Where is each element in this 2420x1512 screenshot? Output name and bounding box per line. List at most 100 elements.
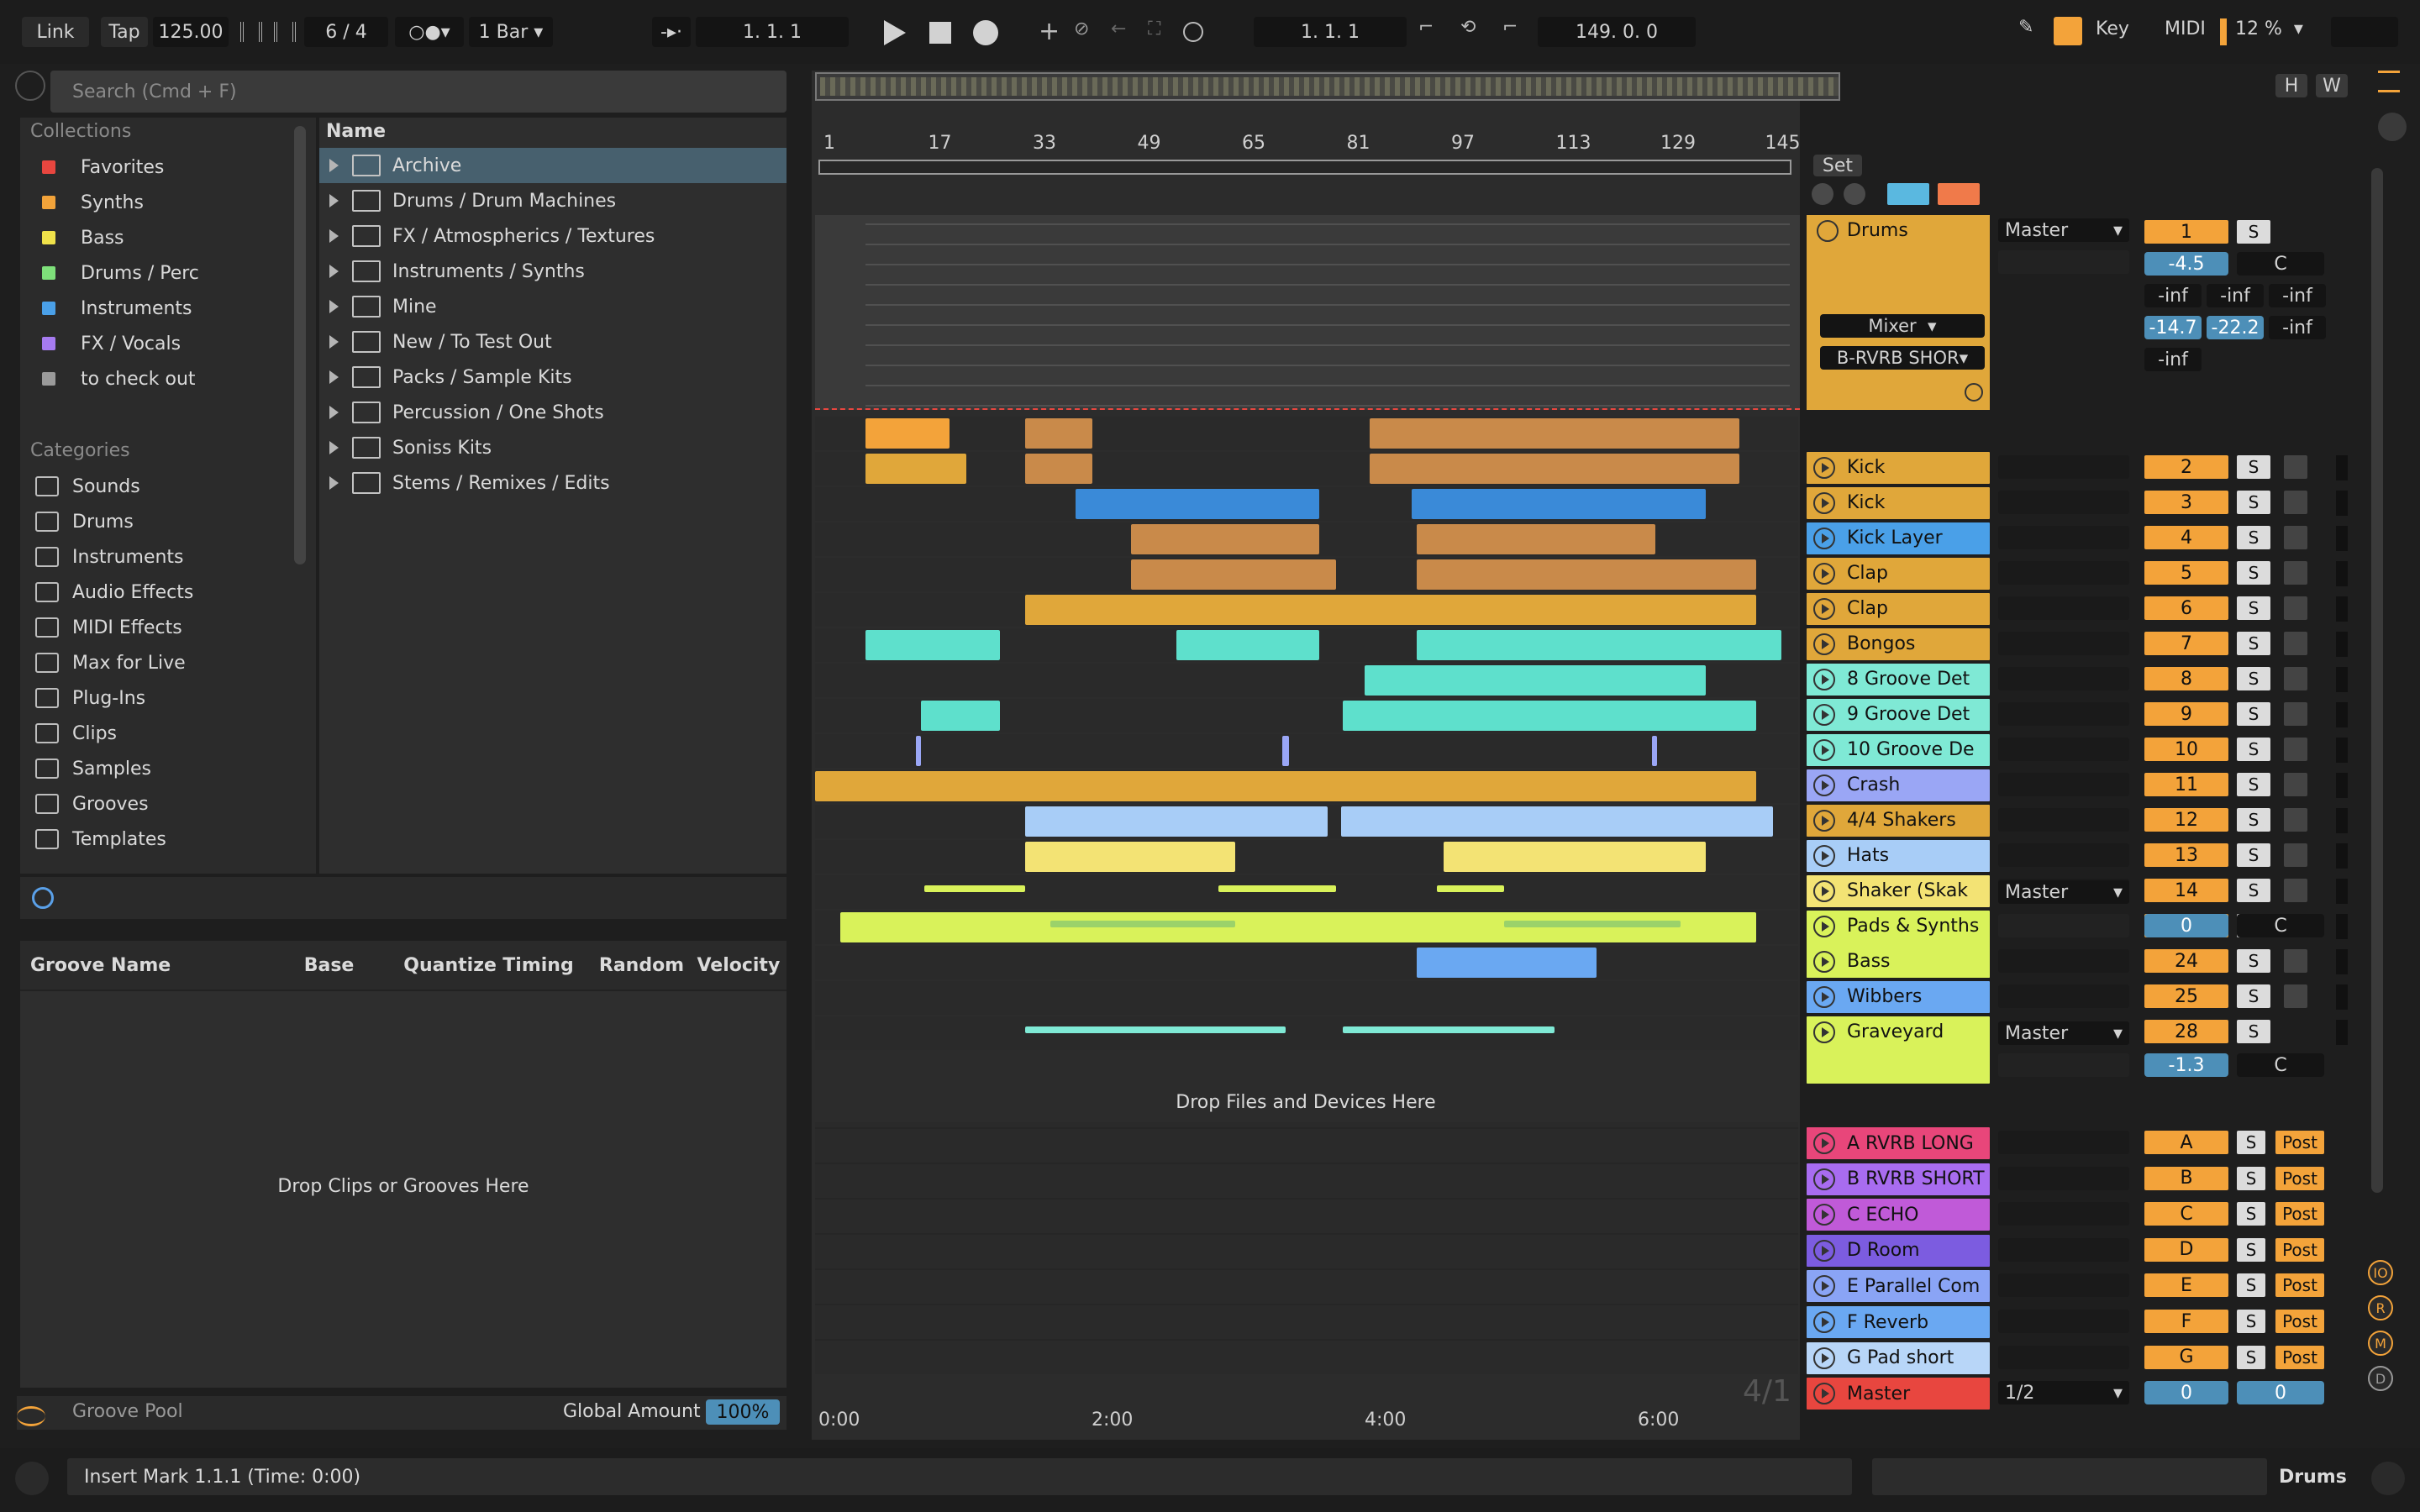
expand-triangle-icon[interactable]: [329, 265, 339, 278]
groove-column-header[interactable]: Base: [294, 955, 394, 976]
drums-group-header[interactable]: Drums Mixer ▾ B-RVRB SHOR ▾: [1807, 215, 1990, 410]
track-header[interactable]: Crash: [1807, 769, 1990, 801]
arm-icon[interactable]: [2284, 561, 2307, 585]
solo-button[interactable]: S: [2237, 879, 2270, 902]
track-io[interactable]: [1998, 491, 2129, 514]
category-item[interactable]: Audio Effects: [20, 575, 306, 610]
clip[interactable]: [865, 418, 950, 449]
return-io[interactable]: [1998, 1345, 2129, 1369]
track-io[interactable]: [1998, 984, 2129, 1008]
category-item[interactable]: Instruments: [20, 539, 306, 575]
browser-toggle-icon[interactable]: [15, 71, 45, 101]
post-button[interactable]: Post: [2275, 1310, 2324, 1333]
track-activator-icon[interactable]: [1813, 563, 1835, 585]
expand-triangle-icon[interactable]: [329, 370, 339, 384]
track-header[interactable]: Kick: [1807, 487, 1990, 519]
track-header[interactable]: Wibbers: [1807, 981, 1990, 1013]
delay-toggle-icon[interactable]: D: [2368, 1366, 2393, 1391]
clip[interactable]: [1365, 665, 1706, 696]
track-number[interactable]: 3: [2144, 491, 2228, 514]
arm-icon[interactable]: [2284, 738, 2307, 761]
track-header[interactable]: Clap: [1807, 593, 1990, 625]
return-track-header[interactable]: G Pad short: [1807, 1341, 1990, 1374]
collection-item[interactable]: Bass: [20, 220, 306, 255]
track-number[interactable]: 11: [2144, 773, 2228, 796]
clip[interactable]: [865, 630, 1000, 660]
graveyard-pan[interactable]: C: [2237, 1053, 2324, 1077]
track-number[interactable]: 12: [2144, 808, 2228, 832]
arrangement-position-field[interactable]: 1. 1. 1: [696, 17, 849, 47]
track-activator-icon[interactable]: [1813, 845, 1835, 867]
link-button[interactable]: Link: [22, 17, 89, 47]
track-lane[interactable]: [815, 946, 1798, 979]
track-lane[interactable]: [815, 452, 1798, 486]
file-item[interactable]: Mine: [319, 289, 786, 324]
track-number[interactable]: 8: [2144, 667, 2228, 690]
solo-button[interactable]: S: [2237, 949, 2270, 973]
collection-item[interactable]: Favorites: [20, 150, 306, 185]
add-device-icon[interactable]: [1965, 383, 1983, 402]
next-locator-icon[interactable]: [1844, 183, 1865, 205]
arm-icon[interactable]: [2284, 949, 2307, 973]
midi-note[interactable]: [1504, 921, 1681, 927]
track-lane[interactable]: [815, 487, 1798, 521]
midi-note[interactable]: [1343, 1026, 1555, 1033]
arm-icon[interactable]: [2284, 984, 2307, 1008]
track-io[interactable]: [1998, 843, 2129, 867]
returns-toggle-icon[interactable]: R: [2368, 1295, 2393, 1320]
clip[interactable]: [916, 736, 921, 766]
tracks-scrollbar[interactable]: [2371, 168, 2383, 1193]
solo-button[interactable]: S: [2237, 843, 2270, 867]
midi-note[interactable]: [1025, 1026, 1286, 1033]
return-letter[interactable]: G: [2144, 1345, 2228, 1369]
track-header[interactable]: 9 Groove Det: [1807, 699, 1990, 731]
track-lane[interactable]: [815, 840, 1798, 874]
automation-mode-icon[interactable]: [1887, 183, 1929, 205]
metronome-grid-icon[interactable]: [274, 22, 296, 42]
solo-button[interactable]: S: [2237, 1273, 2265, 1298]
return-track-header[interactable]: F Reverb: [1807, 1306, 1990, 1338]
lock-envelopes-icon[interactable]: [1938, 183, 1980, 205]
drums-group-lane[interactable]: [815, 215, 1800, 410]
groove-column-header[interactable]: Random: [589, 955, 687, 976]
track-activator-icon[interactable]: [1813, 492, 1835, 514]
solo-button[interactable]: S: [2237, 808, 2270, 832]
track-activator-icon[interactable]: [1813, 1021, 1835, 1043]
track-number[interactable]: 5: [2144, 561, 2228, 585]
file-item[interactable]: Drums / Drum Machines: [319, 183, 786, 218]
clip[interactable]: [1652, 736, 1657, 766]
return-io[interactable]: [1998, 1273, 2129, 1298]
clip[interactable]: [1370, 454, 1739, 484]
track-io[interactable]: [1998, 596, 2129, 620]
track-activator-icon[interactable]: [1813, 951, 1835, 973]
groove-column-header[interactable]: Quantize: [393, 955, 497, 976]
arm-icon[interactable]: [2284, 632, 2307, 655]
master-track[interactable]: Master: [1807, 1378, 1990, 1410]
status-play-icon[interactable]: [15, 1462, 49, 1495]
master-pan[interactable]: 0: [2237, 1381, 2324, 1404]
preset-chooser[interactable]: B-RVRB SHOR ▾: [1820, 346, 1985, 370]
arm-icon[interactable]: [2284, 808, 2307, 832]
view-toggle-icon[interactable]: [2378, 71, 2400, 92]
clip[interactable]: [1417, 559, 1756, 590]
track-activator-icon[interactable]: [1813, 598, 1835, 620]
track-activator-icon[interactable]: [1813, 1275, 1835, 1298]
drums-volume[interactable]: -4.5: [2144, 252, 2228, 276]
expand-triangle-icon[interactable]: [329, 406, 339, 419]
track-activator-icon[interactable]: [1813, 669, 1835, 690]
track-activator-icon[interactable]: [1813, 986, 1835, 1008]
record-icon[interactable]: [973, 20, 998, 45]
track-number[interactable]: 25: [2144, 984, 2228, 1008]
solo-button[interactable]: S: [2237, 1345, 2265, 1369]
track-activator-icon[interactable]: [1813, 774, 1835, 796]
loop-length-field[interactable]: 149. 0. 0: [1538, 17, 1696, 47]
time-ruler[interactable]: 0:00 2:00 4:00 6:00: [815, 1404, 1800, 1438]
track-number[interactable]: 9: [2144, 702, 2228, 726]
solo-button[interactable]: S: [2237, 491, 2270, 514]
track-number[interactable]: 10: [2144, 738, 2228, 761]
track-number[interactable]: 6: [2144, 596, 2228, 620]
follow-icon[interactable]: -▸·: [652, 17, 691, 47]
clip[interactable]: [1176, 630, 1319, 660]
sidebar-scrollbar[interactable]: [294, 126, 306, 564]
track-header[interactable]: Shaker (Skak: [1807, 875, 1990, 907]
